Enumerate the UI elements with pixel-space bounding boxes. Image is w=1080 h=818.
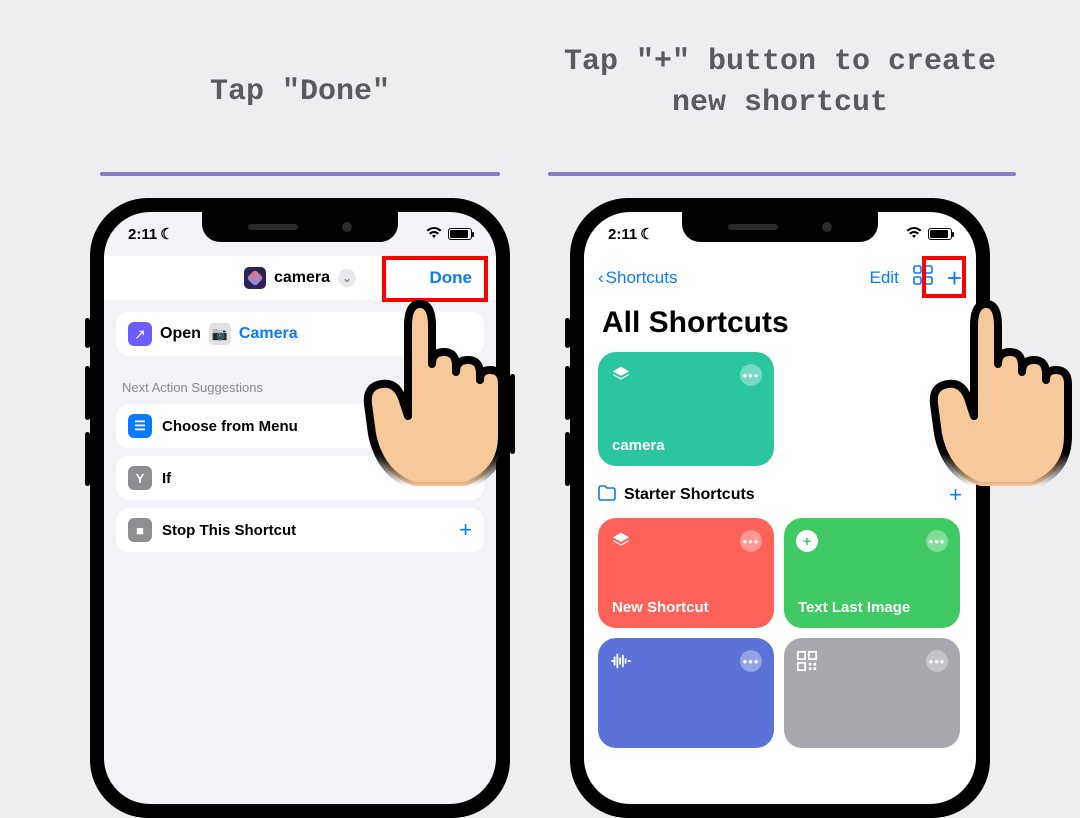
step2-caption: Tap "+" button to create new shortcut (540, 42, 1020, 123)
starter-shortcuts-section[interactable]: Starter Shortcuts + (598, 480, 962, 510)
moon-icon: ☾ (640, 225, 653, 243)
highlight-box-done (382, 256, 488, 302)
more-icon[interactable]: ••• (926, 650, 948, 672)
status-bar: 2:11 ☾ (104, 212, 496, 256)
more-icon[interactable]: ••• (740, 364, 762, 386)
stop-icon: ■ (128, 518, 152, 542)
step1-caption: Tap "Done" (100, 72, 500, 113)
waveform-icon (610, 650, 632, 672)
section-title: Starter Shortcuts (624, 486, 755, 504)
moon-icon: ☾ (160, 225, 173, 243)
wifi-icon (906, 226, 922, 242)
more-icon[interactable]: ••• (740, 650, 762, 672)
chevron-down-icon[interactable]: ⌄ (338, 269, 356, 287)
tile-label: camera (612, 437, 665, 454)
status-time: 2:11 (608, 226, 637, 243)
step1-underline (100, 172, 500, 176)
battery-icon (928, 228, 952, 240)
shortcuts-navbar: ‹ Shortcuts Edit + (584, 256, 976, 300)
phone-mockup-2: 2:11 ☾ ‹ Shortcuts Edit + All Short (570, 198, 990, 818)
step2-underline (548, 172, 1016, 176)
shortcut-name-label[interactable]: camera (274, 269, 330, 287)
back-button[interactable]: ‹ Shortcuts (598, 268, 677, 288)
suggestion-label: If (162, 470, 171, 487)
back-label: Shortcuts (606, 268, 678, 288)
shortcut-tile-camera[interactable]: ••• camera (598, 352, 774, 466)
layers-icon (610, 530, 632, 552)
suggestion-if[interactable]: Y If + (116, 456, 484, 500)
action-open-app[interactable]: ↗ Open 📷 Camera (116, 312, 484, 356)
wifi-icon (426, 226, 442, 242)
more-icon[interactable]: ••• (740, 530, 762, 552)
edit-button[interactable]: Edit (870, 268, 899, 288)
add-suggestion-icon[interactable]: + (459, 517, 472, 543)
section-add-icon[interactable]: + (949, 482, 962, 508)
suggestion-label: Stop This Shortcut (162, 522, 296, 539)
page-title: All Shortcuts (602, 306, 789, 340)
shortcut-tile-new[interactable]: ••• New Shortcut (598, 518, 774, 628)
camera-app-name[interactable]: Camera (239, 325, 298, 343)
shortcut-tile-wave[interactable]: ••• (598, 638, 774, 748)
open-app-icon: ↗ (128, 322, 152, 346)
layers-icon (610, 364, 632, 386)
status-time: 2:11 (128, 226, 157, 243)
status-bar: 2:11 ☾ (584, 212, 976, 256)
shortcut-tile-text-last-image[interactable]: + ••• Text Last Image (784, 518, 960, 628)
next-action-suggestions-header: Next Action Suggestions (122, 380, 263, 395)
more-icon[interactable]: ••• (926, 530, 948, 552)
chevron-left-icon: ‹ (598, 268, 604, 288)
suggestion-stop-shortcut[interactable]: ■ Stop This Shortcut + (116, 508, 484, 552)
camera-app-icon: 📷 (209, 323, 231, 345)
open-label: Open (160, 325, 201, 343)
battery-icon (448, 228, 472, 240)
tile-label: New Shortcut (612, 599, 709, 616)
add-suggestion-icon[interactable]: + (459, 413, 472, 439)
folder-icon (598, 485, 616, 506)
highlight-box-plus (922, 256, 966, 298)
qr-icon (796, 650, 818, 672)
shortcut-tile-qr[interactable]: ••• (784, 638, 960, 748)
speech-bubble-icon: + (796, 530, 818, 552)
menu-icon: ☰ (128, 414, 152, 438)
tile-label: Text Last Image (798, 599, 910, 616)
add-suggestion-icon[interactable]: + (459, 465, 472, 491)
branch-icon: Y (128, 466, 152, 490)
suggestion-label: Choose from Menu (162, 418, 298, 435)
shortcuts-app-icon (244, 267, 266, 289)
suggestion-choose-from-menu[interactable]: ☰ Choose from Menu + (116, 404, 484, 448)
phone-mockup-1: 2:11 ☾ camera ⌄ Done ↗ Open 📷 Camera (90, 198, 510, 818)
